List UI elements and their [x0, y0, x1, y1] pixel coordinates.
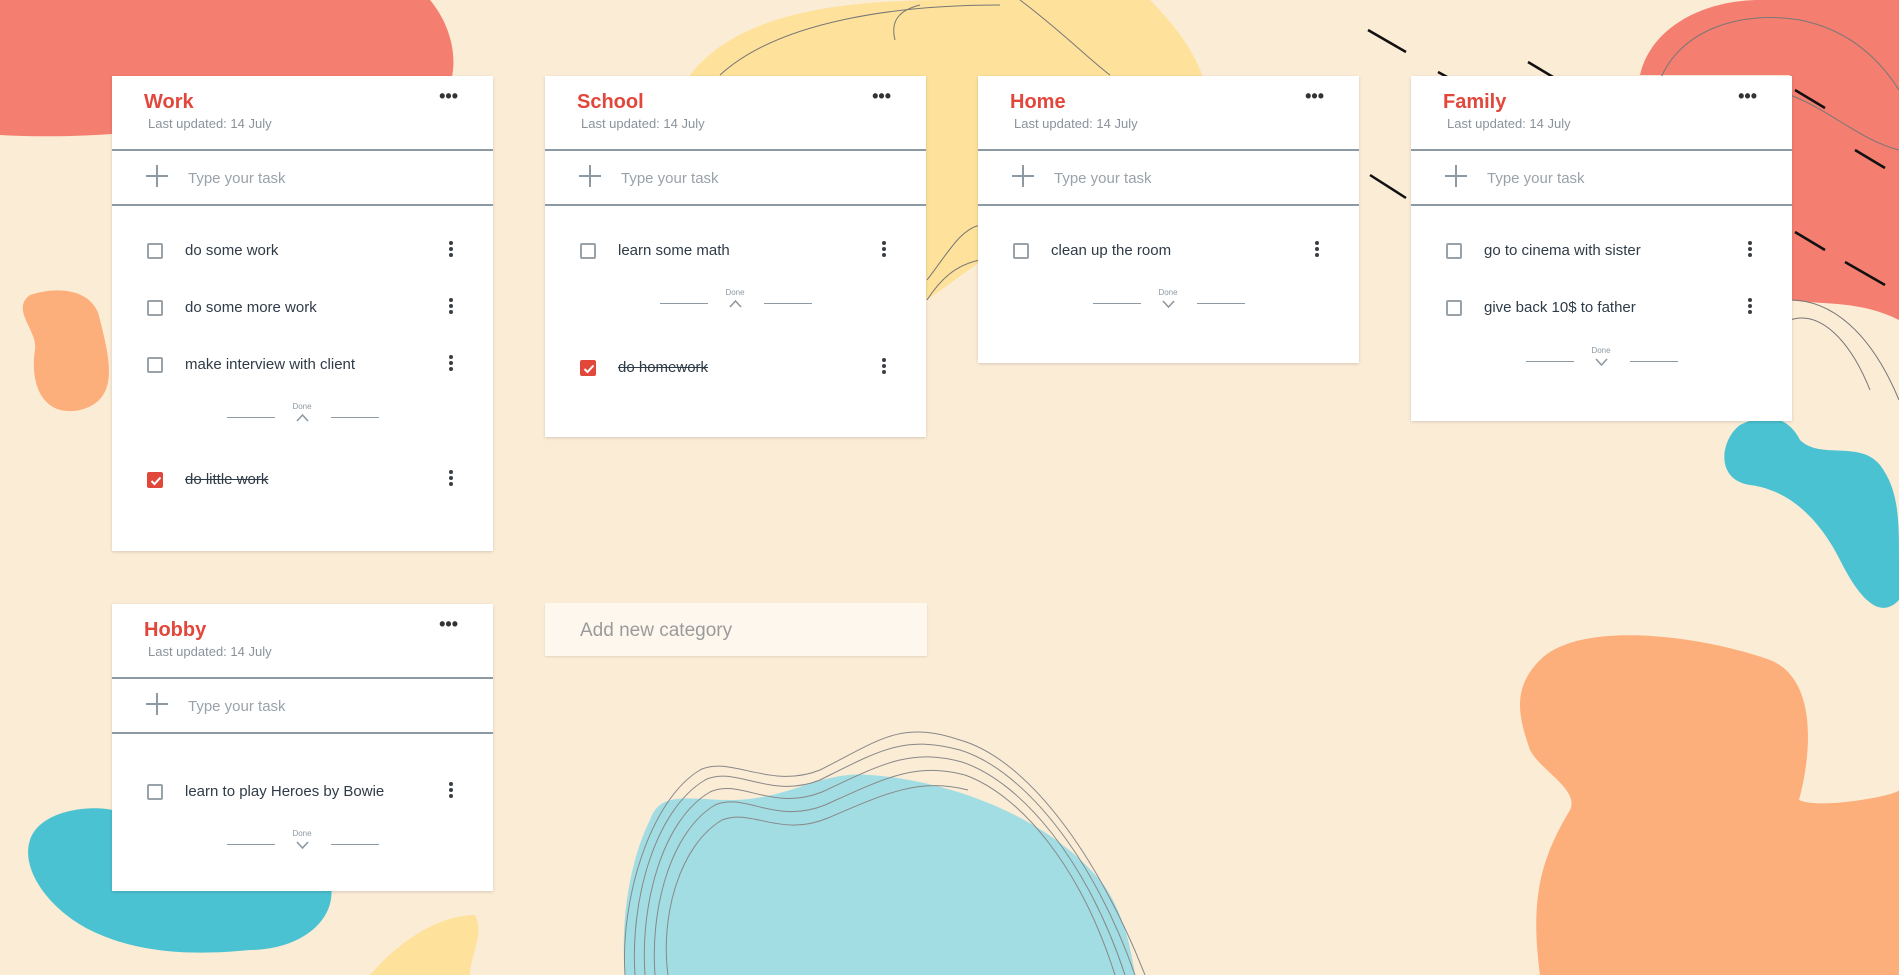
task-checkbox[interactable]	[580, 243, 596, 259]
done-label: Done	[1591, 346, 1611, 355]
task-label: make interview with client	[185, 356, 356, 373]
task-input[interactable]	[1052, 164, 1316, 192]
category-card-home: Home Last updated: 14 July ••• clean up …	[978, 76, 1359, 363]
chevron-down-icon	[1162, 300, 1175, 308]
card-title: Hobby	[144, 619, 207, 641]
done-label: Done	[292, 402, 312, 411]
card-menu-button[interactable]: •••	[439, 86, 458, 107]
add-category-box	[545, 603, 927, 656]
card-menu-button[interactable]: •••	[872, 86, 891, 107]
more-vert-icon[interactable]	[1748, 241, 1752, 261]
task-label: do little work	[185, 471, 269, 488]
more-vert-icon[interactable]	[882, 241, 886, 261]
task-input[interactable]	[619, 164, 883, 192]
task-label: give back 10$ to father	[1484, 299, 1636, 316]
card-header: Family Last updated: 14 July •••	[1411, 76, 1792, 151]
check-icon	[150, 476, 162, 486]
card-header: Hobby Last updated: 14 July •••	[112, 604, 493, 679]
task-checkbox[interactable]	[147, 357, 163, 373]
done-toggle[interactable]: Done	[112, 402, 493, 428]
more-vert-icon[interactable]	[449, 298, 453, 318]
task-checkbox[interactable]	[1013, 243, 1029, 259]
card-header: School Last updated: 14 July •••	[545, 76, 926, 151]
done-toggle[interactable]: Done	[978, 288, 1359, 314]
task-item: give back 10$ to father	[1411, 288, 1792, 328]
more-vert-icon[interactable]	[449, 241, 453, 261]
card-menu-button[interactable]: •••	[439, 614, 458, 635]
card-title: Family	[1443, 91, 1507, 113]
card-header: Home Last updated: 14 July •••	[978, 76, 1359, 151]
task-item: learn some math	[545, 231, 926, 271]
more-vert-icon[interactable]	[449, 355, 453, 375]
done-label: Done	[725, 288, 745, 297]
task-checkbox[interactable]	[147, 300, 163, 316]
plus-icon[interactable]	[146, 693, 168, 715]
task-item: clean up the room	[978, 231, 1359, 271]
task-label: go to cinema with sister	[1484, 242, 1641, 259]
add-task-row	[112, 679, 493, 734]
task-label: clean up the room	[1051, 242, 1172, 259]
done-toggle[interactable]: Done	[1411, 346, 1792, 372]
done-toggle[interactable]: Done	[112, 829, 493, 855]
task-label: do some work	[185, 242, 279, 259]
category-card-family: Family Last updated: 14 July ••• go to c…	[1411, 76, 1792, 421]
done-label: Done	[1158, 288, 1178, 297]
chevron-down-icon	[1595, 358, 1608, 366]
task-input[interactable]	[186, 692, 450, 720]
task-label: do some more work	[185, 299, 317, 316]
more-vert-icon[interactable]	[1748, 298, 1752, 318]
more-vert-icon[interactable]	[449, 782, 453, 802]
done-toggle[interactable]: Done	[545, 288, 926, 314]
new-category-input[interactable]	[578, 616, 902, 646]
task-checkbox[interactable]	[147, 243, 163, 259]
category-card-hobby: Hobby Last updated: 14 July ••• learn to…	[112, 604, 493, 891]
task-item: do some more work	[112, 288, 493, 328]
plus-icon[interactable]	[146, 165, 168, 187]
category-card-school: School Last updated: 14 July ••• learn s…	[545, 76, 926, 437]
task-checkbox[interactable]	[1446, 300, 1462, 316]
add-task-row	[545, 151, 926, 206]
card-title: Home	[1010, 91, 1066, 113]
plus-icon[interactable]	[1012, 165, 1034, 187]
add-task-row	[112, 151, 493, 206]
last-updated: Last updated: 14 July	[148, 116, 272, 131]
task-label: do homework	[618, 359, 709, 376]
plus-icon[interactable]	[579, 165, 601, 187]
category-card-work: Work Last updated: 14 July ••• do some w…	[112, 76, 493, 551]
last-updated: Last updated: 14 July	[581, 116, 705, 131]
card-menu-button[interactable]: •••	[1305, 86, 1324, 107]
task-label: learn to play Heroes by Bowie	[185, 783, 385, 800]
chevron-up-icon	[729, 299, 742, 308]
card-title: School	[577, 91, 644, 113]
last-updated: Last updated: 14 July	[1014, 116, 1138, 131]
more-vert-icon[interactable]	[882, 358, 886, 378]
chevron-down-icon	[296, 841, 309, 849]
add-task-row	[978, 151, 1359, 206]
check-icon	[583, 364, 595, 374]
card-menu-button[interactable]: •••	[1738, 86, 1757, 107]
task-checkbox-checked[interactable]	[580, 360, 596, 376]
task-checkbox[interactable]	[1446, 243, 1462, 259]
task-checkbox-checked[interactable]	[147, 472, 163, 488]
task-item-done: do little work	[112, 460, 493, 500]
chevron-up-icon	[296, 413, 309, 422]
task-item: go to cinema with sister	[1411, 231, 1792, 271]
done-label: Done	[292, 829, 312, 838]
task-item: do some work	[112, 231, 493, 271]
task-item: make interview with client	[112, 345, 493, 385]
task-input[interactable]	[186, 164, 450, 192]
task-label: learn some math	[618, 242, 730, 259]
plus-icon[interactable]	[1445, 165, 1467, 187]
more-vert-icon[interactable]	[449, 470, 453, 490]
task-item: learn to play Heroes by Bowie	[112, 772, 493, 812]
last-updated: Last updated: 14 July	[1447, 116, 1571, 131]
task-input[interactable]	[1485, 164, 1749, 192]
add-task-row	[1411, 151, 1792, 206]
task-checkbox[interactable]	[147, 784, 163, 800]
more-vert-icon[interactable]	[1315, 241, 1319, 261]
card-title: Work	[144, 91, 194, 113]
last-updated: Last updated: 14 July	[148, 644, 272, 659]
task-item-done: do homework	[545, 348, 926, 388]
card-header: Work Last updated: 14 July •••	[112, 76, 493, 151]
